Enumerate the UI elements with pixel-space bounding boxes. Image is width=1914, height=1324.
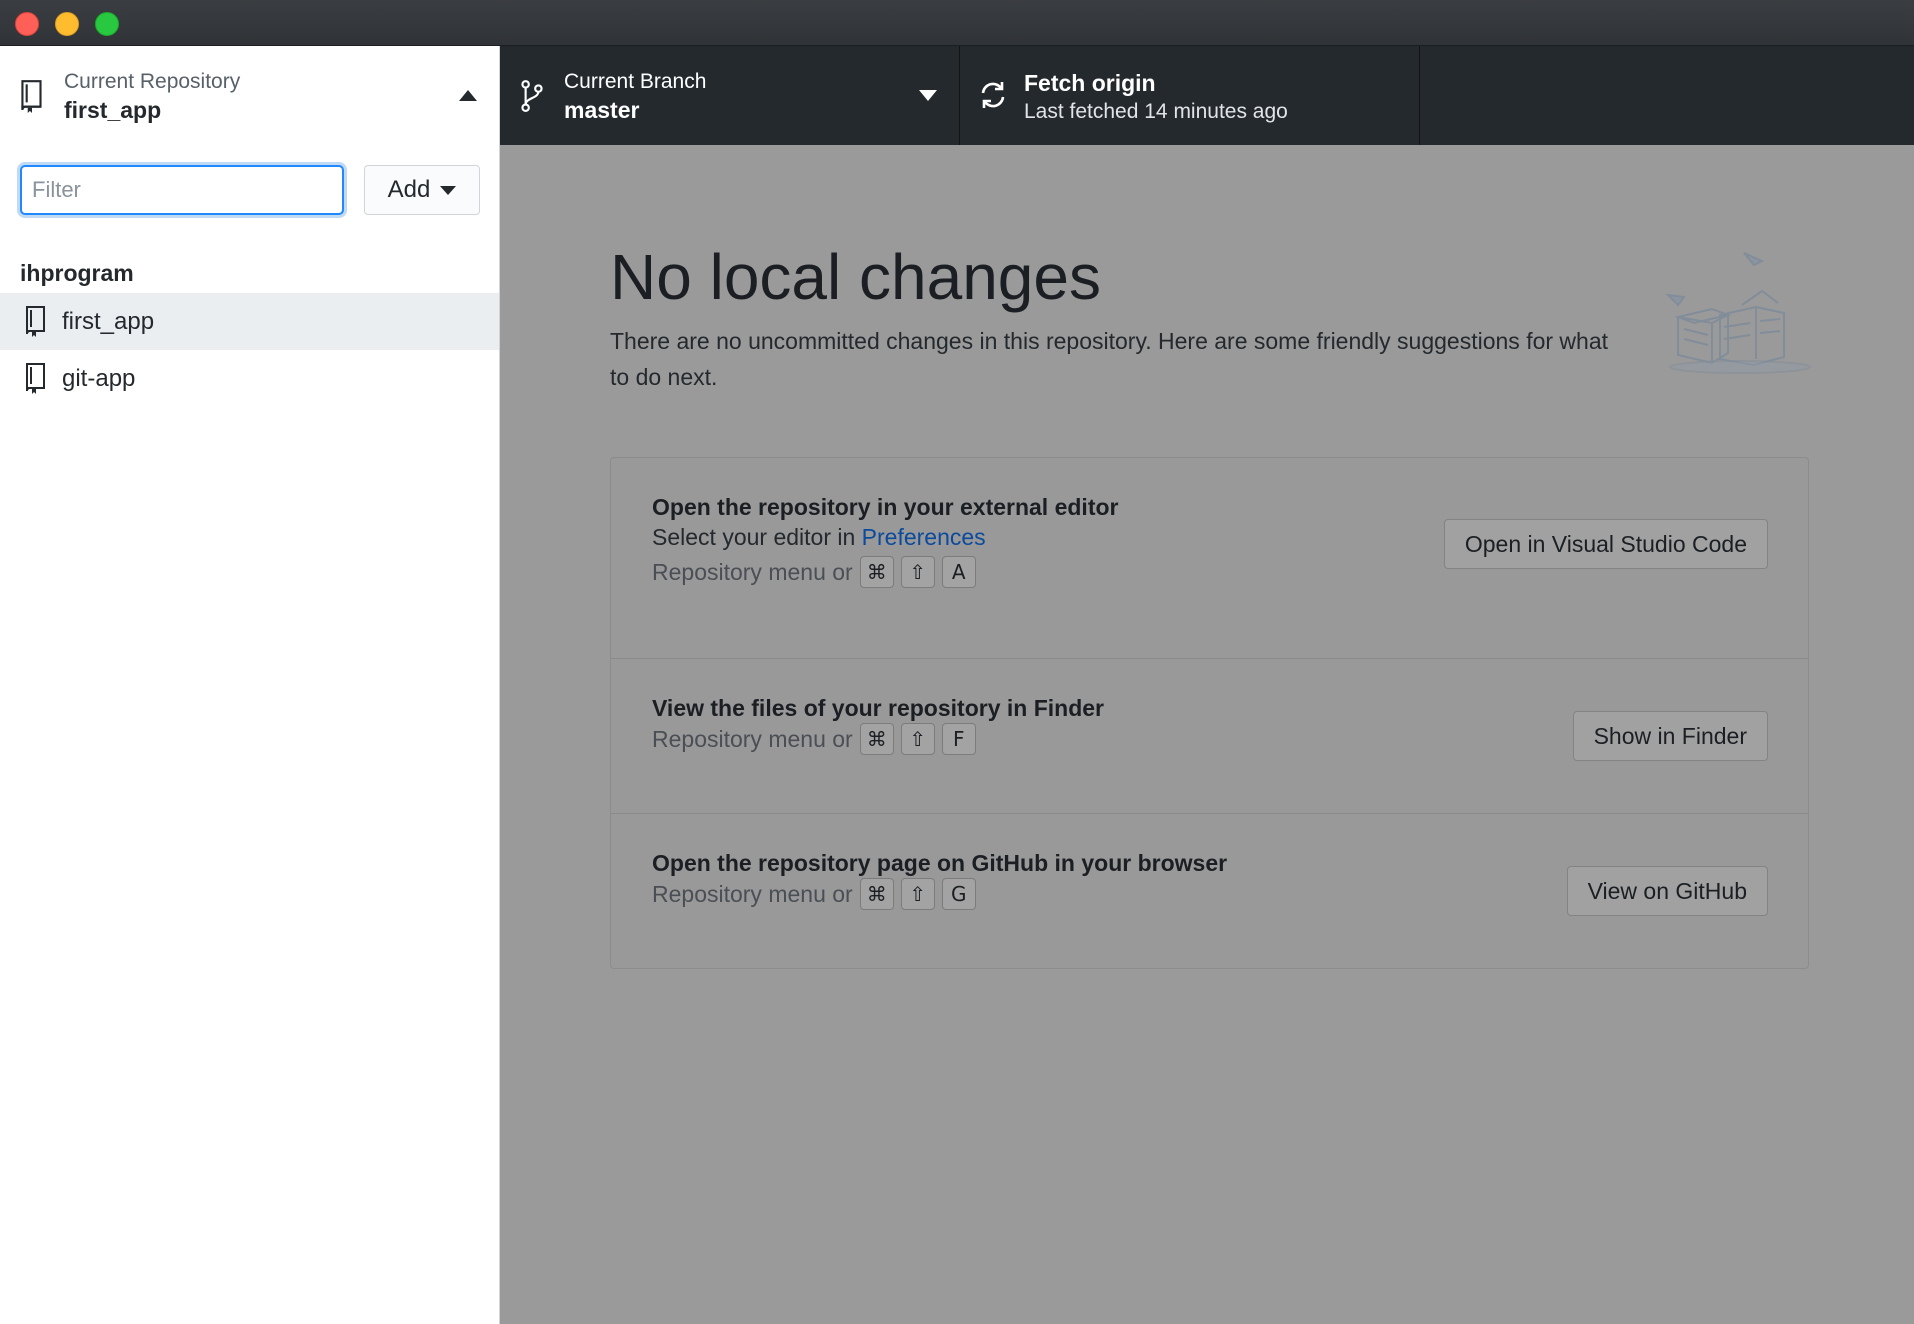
shortcut-text: Repository menu or (652, 558, 853, 585)
repository-list: first_app git-app (0, 293, 499, 407)
list-item[interactable]: git-app (0, 350, 499, 407)
keyboard-shortcut: Repository menu or ⌘ ⇧ F (652, 723, 976, 755)
keyboard-shortcut: Repository menu or ⌘ ⇧ A (652, 556, 976, 588)
open-in-editor-button[interactable]: Open in Visual Studio Code (1443, 519, 1768, 569)
repository-list-panel: Add ihprogram first_app (0, 145, 500, 1324)
command-key: ⌘ (859, 723, 894, 755)
caret-up-icon (459, 90, 477, 101)
command-key: ⌘ (859, 878, 894, 910)
keyboard-shortcut: Repository menu or ⌘ ⇧ G (652, 878, 976, 910)
list-item[interactable]: first_app (0, 293, 499, 350)
repository-name: git-app (62, 364, 136, 392)
title-bar (0, 0, 1914, 46)
suggestion-title: Open the repository page on GitHub in yo… (652, 850, 1228, 876)
github-desktop-window: Current Repository first_app Current Bra… (0, 0, 1914, 1324)
current-branch-label: Current Branch (564, 70, 707, 93)
letter-key: F (941, 723, 976, 755)
fetch-origin-label: Fetch origin (1024, 70, 1156, 96)
shift-key: ⇧ (900, 556, 935, 588)
no-changes-panel: No local changes There are no uncommitte… (500, 145, 1914, 1324)
shortcut-text: Repository menu or (652, 725, 853, 752)
repo-icon (26, 363, 45, 394)
last-fetched-text: Last fetched 14 minutes ago (1024, 100, 1288, 123)
add-button-label: Add (387, 176, 431, 203)
empty-state-illustration-icon (1665, 252, 1811, 374)
page-description: There are no uncommitted changes in this… (610, 328, 1609, 390)
current-repository-label: Current Repository (64, 70, 241, 93)
filter-input[interactable] (20, 165, 344, 215)
toolbar: Current Repository first_app Current Bra… (0, 46, 1914, 145)
suggestion-subtitle-text: Select your editor in (652, 524, 862, 550)
repository-name: first_app (62, 307, 155, 335)
shift-key: ⇧ (900, 878, 935, 910)
command-key: ⌘ (859, 556, 894, 588)
shift-key: ⇧ (900, 723, 935, 755)
repo-icon (26, 306, 45, 337)
suggestion-subtitle: Select your editor in Preferences (652, 524, 986, 551)
repo-icon (21, 80, 42, 113)
caret-down-icon (919, 90, 937, 101)
preferences-link[interactable]: Preferences (862, 524, 986, 550)
shortcut-text: Repository menu or (652, 880, 853, 907)
letter-key: A (941, 556, 976, 588)
add-repository-button[interactable]: Add (364, 165, 480, 215)
suggestion-open-editor: Open the repository in your external edi… (611, 458, 1808, 659)
close-window-button[interactable] (15, 12, 39, 36)
suggestion-view-on-github: Open the repository page on GitHub in yo… (611, 814, 1808, 968)
show-in-finder-button[interactable]: Show in Finder (1572, 711, 1768, 761)
minimize-window-button[interactable] (55, 12, 79, 36)
current-repository-dropdown[interactable]: Current Repository first_app (0, 46, 500, 145)
letter-key: G (941, 878, 976, 910)
maximize-window-button[interactable] (95, 12, 119, 36)
suggestion-title: Open the repository in your external edi… (652, 494, 1119, 520)
sync-icon (981, 82, 1005, 108)
repository-group-header: ihprogram (20, 260, 134, 286)
suggestion-show-in-finder: View the files of your repository in Fin… (611, 659, 1808, 814)
toolbar-empty-space (1420, 46, 1914, 145)
suggestions-box: Open the repository in your external edi… (610, 457, 1809, 969)
suggestion-title: View the files of your repository in Fin… (652, 695, 1104, 721)
page-title: No local changes (610, 241, 1101, 313)
view-on-github-button[interactable]: View on GitHub (1566, 866, 1768, 916)
caret-down-icon (440, 185, 457, 195)
current-branch-name: master (564, 97, 640, 123)
branch-icon (521, 80, 543, 112)
current-branch-dropdown[interactable]: Current Branch master (500, 46, 960, 145)
fetch-origin-button[interactable]: Fetch origin Last fetched 14 minutes ago (960, 46, 1420, 145)
current-repository-name: first_app (64, 97, 162, 123)
